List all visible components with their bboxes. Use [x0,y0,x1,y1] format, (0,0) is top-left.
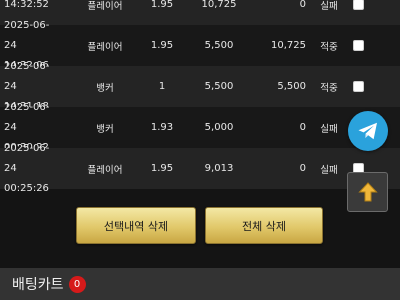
arrow-up-icon [357,182,378,202]
bet-choice: 플레이어 [87,164,123,176]
bet-cart-title: 배팅카트 [12,277,64,293]
delete-selected-button[interactable]: 선택내역 삭제 [76,207,196,244]
bet-cart-bar[interactable]: 배팅카트 0 [0,268,400,300]
bet-result: 적중 [320,82,338,94]
bet-date: 2025-06-24 [4,101,50,133]
bet-date: 2025-06-24 [4,60,50,92]
telegram-button[interactable] [348,111,388,151]
bet-time: 14:32:52 [4,0,49,10]
row-checkbox[interactable] [352,81,364,92]
row-select [350,25,366,66]
telegram-icon [358,122,377,140]
win-amount: 10,725 [271,40,306,51]
row-checkbox[interactable] [352,40,364,51]
bet-date: 2025-06-24 [4,19,50,51]
table-row: 2025-06-24 00:25:26 플레이어 1.95 9,013 0 실패 [0,143,400,194]
delete-all-button[interactable]: 전체 삭제 [205,207,323,244]
bet-result: 실패 [320,123,338,135]
win-amount: 0 [299,163,306,174]
bet-result: 실패 [320,0,338,12]
bet-odds: 1.95 [150,40,174,51]
bet-odds: 1.95 [150,163,174,174]
win-amount: 5,500 [277,81,306,92]
bet-amount: 5,500 [204,81,234,92]
row-checkbox[interactable] [352,0,364,10]
bet-odds: 1 [158,81,166,92]
bet-choice: 뱅커 [96,82,114,94]
bet-choice: 플레이어 [87,41,123,53]
bet-result: 적중 [320,41,338,53]
bet-date: 2025-06-24 [4,142,50,174]
bet-odds: 1.93 [150,122,174,133]
row-select [350,0,366,25]
bet-amount: 5,500 [204,40,234,51]
bet-result: 실패 [320,164,338,176]
bet-amount: 5,000 [204,122,234,133]
bet-choice: 뱅커 [96,123,114,135]
win-amount: 0 [299,122,306,133]
bet-amount: 9,013 [204,163,234,174]
bet-time: 00:25:26 [4,182,49,194]
bet-amount: 10,725 [201,0,237,10]
scroll-top-button[interactable] [347,172,388,212]
row-select [350,66,366,107]
bet-choice: 플레이어 [87,0,123,12]
win-amount: 0 [299,0,306,10]
bet-cart-count-badge: 0 [68,275,86,293]
bet-odds: 1.95 [150,0,174,10]
bet-datetime: 2025-06-24 00:25:26 [4,143,62,194]
